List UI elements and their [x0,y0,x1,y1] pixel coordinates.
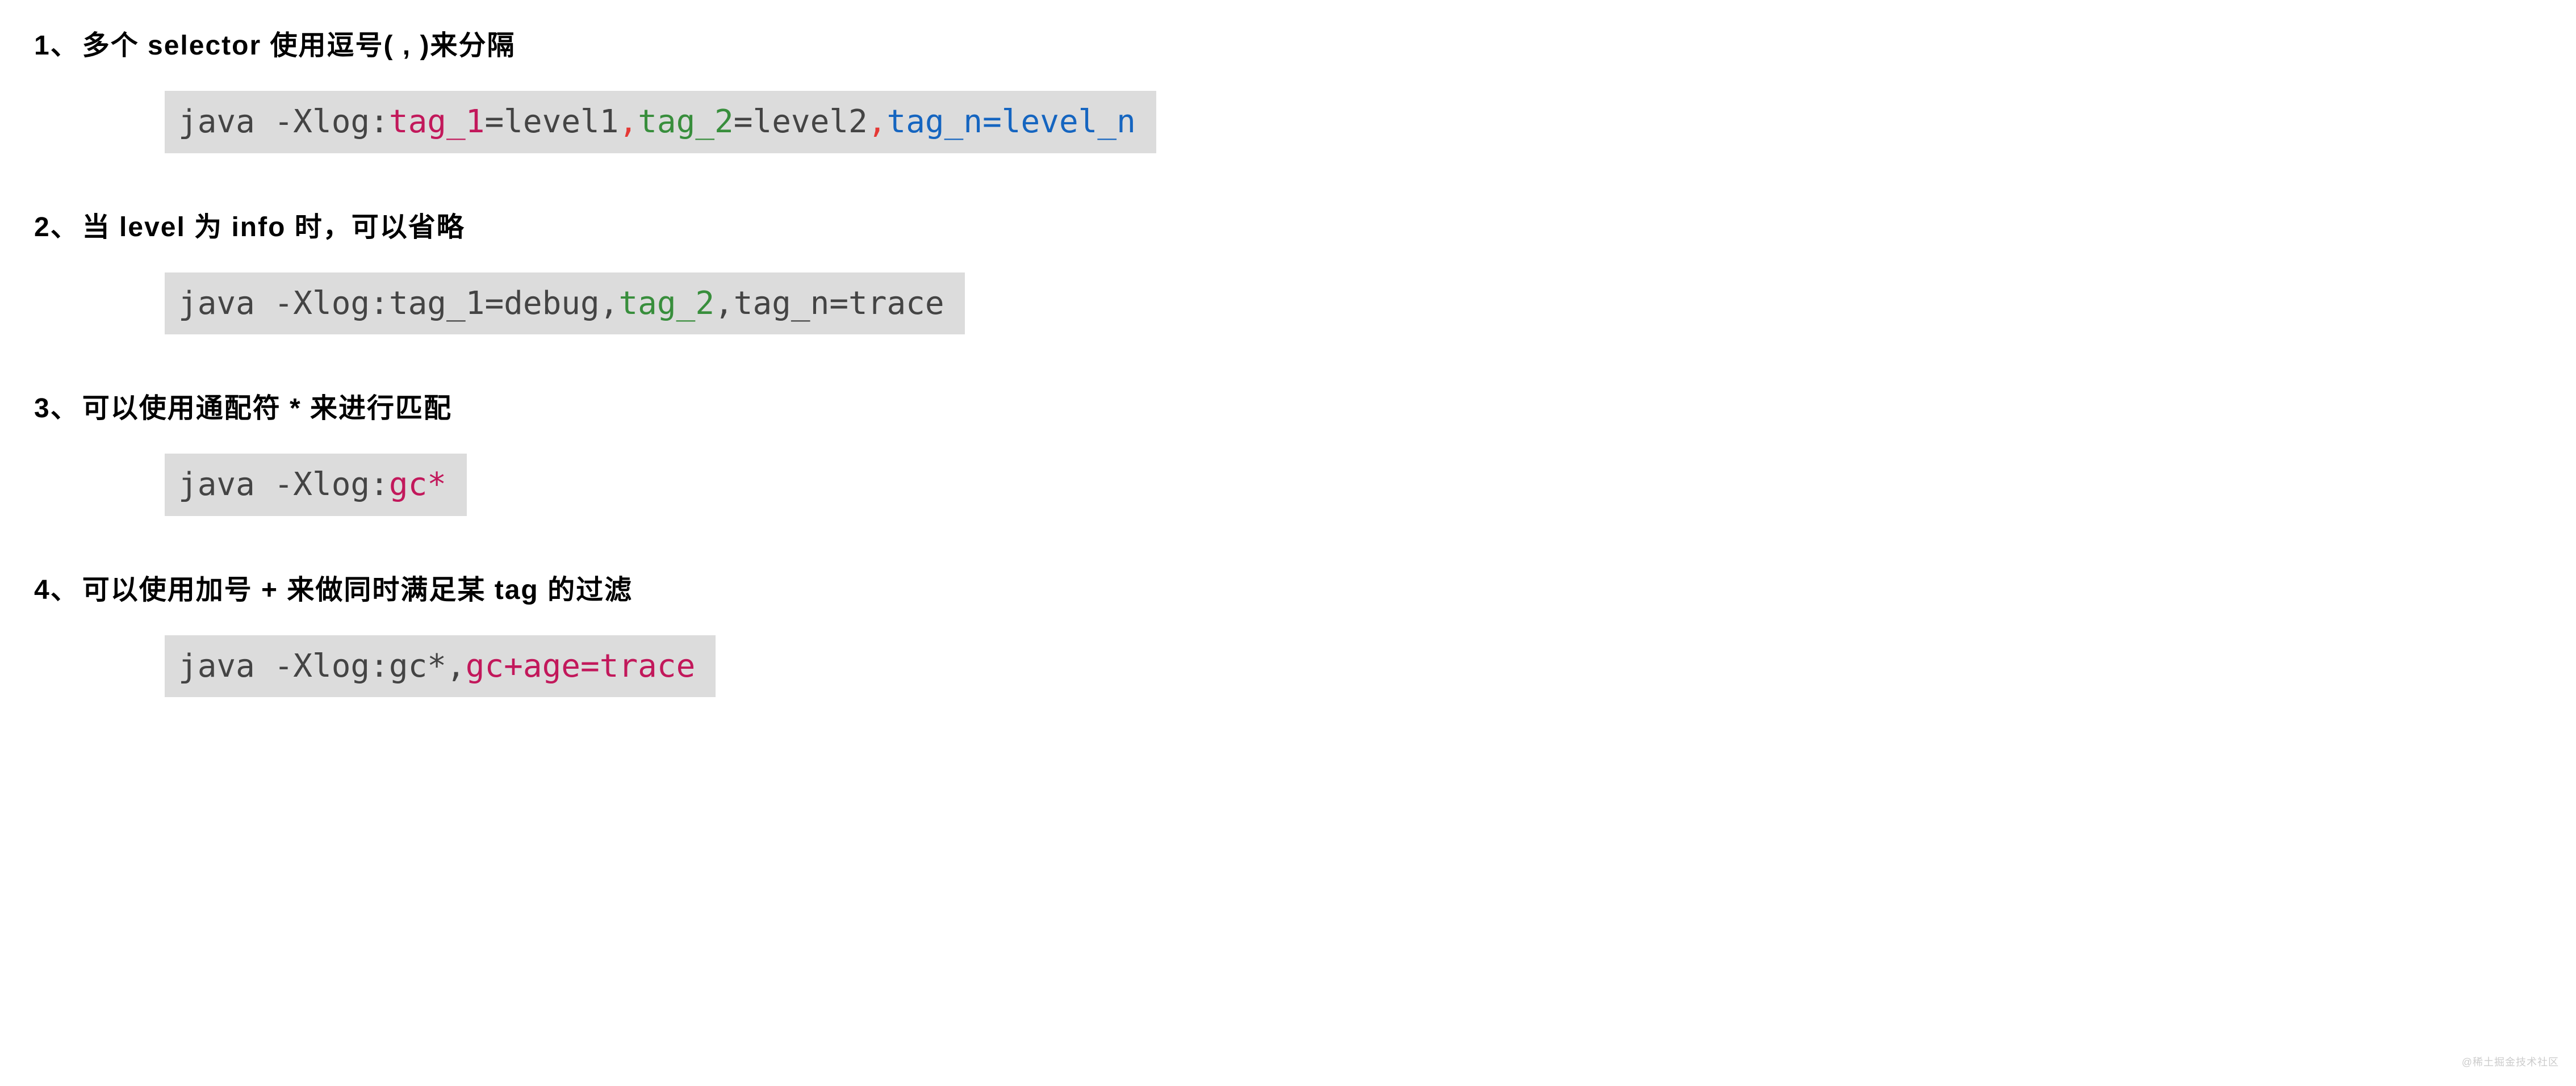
item-heading: 1、多个 selector 使用逗号( , )来分隔 [34,23,2542,62]
code-token: gc* [389,466,446,503]
item-heading: 3、可以使用通配符 * 来进行匹配 [34,385,2542,425]
code-token: java -Xlog:gc*, [178,648,466,685]
code-token: tag_n [887,103,983,140]
code-token: tag_2 [618,285,714,322]
code-token: tag_1 [389,103,485,140]
code-token: = [982,103,1002,140]
code-block: java -Xlog:tag_1=debug,tag_2,tag_n=trace [165,272,965,335]
item-number: 4、 [34,575,79,605]
item-title: 可以使用通配符 * 来进行匹配 [82,393,452,424]
item-title: 可以使用加号 + 来做同时满足某 tag 的过滤 [82,575,633,605]
code-token: ,tag_n=trace [714,285,944,322]
watermark-text: @稀土掘金技术社区 [2462,1054,2559,1069]
item-heading: 2、当 level 为 info 时，可以省略 [34,204,2542,244]
list-item: 4、可以使用加号 + 来做同时满足某 tag 的过滤 java -Xlog:gc*… [34,567,2542,698]
list-item: 1、多个 selector 使用逗号( , )来分隔java -Xlog:tag… [34,23,2542,153]
list-item: 3、可以使用通配符 * 来进行匹配 java -Xlog:gc* [34,385,2542,516]
code-block: java -Xlog:gc* [165,454,467,516]
item-number: 2、 [34,212,79,242]
code-token: =level2 [734,103,868,140]
code-token: =level1 [484,103,618,140]
code-block: java -Xlog:gc*,gc+age=trace [165,635,716,698]
item-heading: 4、可以使用加号 + 来做同时满足某 tag 的过滤 [34,567,2542,607]
code-token: tag_2 [638,103,734,140]
item-title: 当 level 为 info 时，可以省略 [82,212,465,242]
item-number: 1、 [34,31,79,61]
code-token: level_n [1002,103,1136,140]
item-title: 多个 selector 使用逗号( , )来分隔 [82,31,516,61]
code-token: java -Xlog: [178,466,389,503]
code-token: java -Xlog: [178,103,389,140]
code-block: java -Xlog:tag_1=level1,tag_2=level2,tag… [165,91,1156,153]
item-number: 3、 [34,393,79,424]
code-token: , [868,103,887,140]
list-item: 2、当 level 为 info 时，可以省略 java -Xlog:tag_1=… [34,204,2542,335]
code-token: java -Xlog:tag_1=debug, [178,285,618,322]
code-token: gc+age=trace [466,648,696,685]
code-token: , [618,103,638,140]
